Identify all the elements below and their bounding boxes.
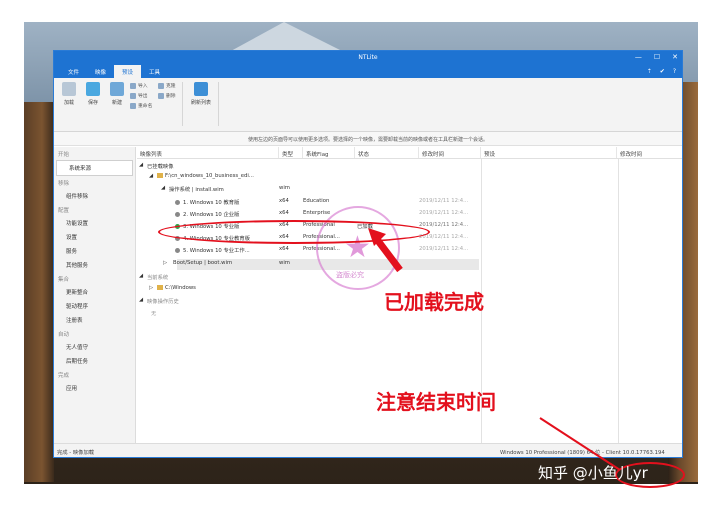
annotation-time-text: 注意结束时间 bbox=[376, 390, 496, 414]
annotation-loaded-text: 已加载完成 bbox=[384, 290, 484, 314]
zhihu-watermark: 知乎 @小鱼儿yr bbox=[538, 464, 648, 482]
arrow-loaded bbox=[373, 235, 403, 273]
annotation-arrows bbox=[368, 228, 621, 471]
